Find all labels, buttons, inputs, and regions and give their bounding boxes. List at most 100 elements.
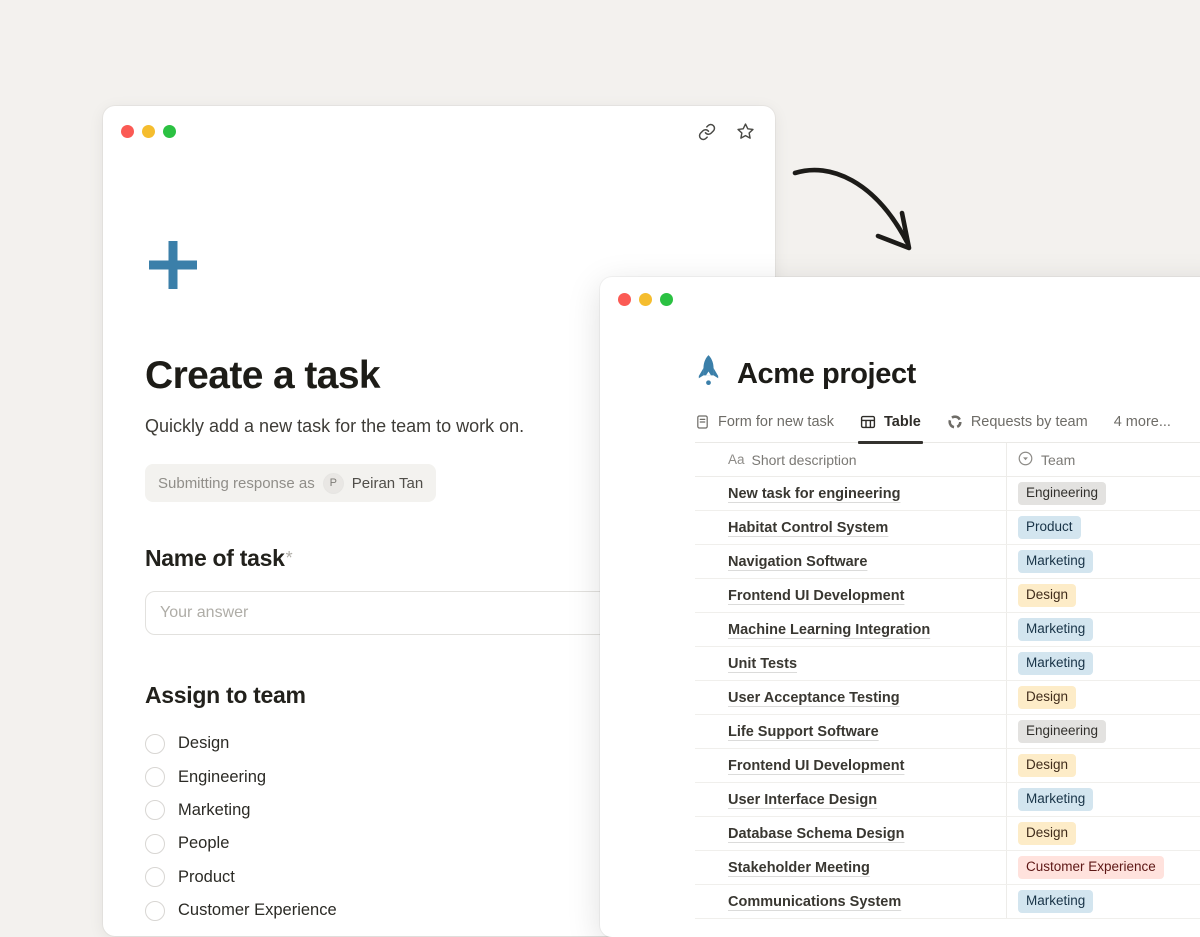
team-badge: Design [1018,686,1076,709]
team-cell[interactable]: Marketing [1007,545,1200,578]
task-title-cell[interactable]: Navigation Software [695,545,1007,578]
table-row[interactable]: Machine Learning IntegrationMarketing [695,613,1200,647]
plus-icon [145,237,201,293]
tab-label: Requests by team [971,414,1088,430]
task-title-cell[interactable]: Frontend UI Development [695,749,1007,782]
column-header-team[interactable]: Team [1007,443,1200,476]
column-header-short-description[interactable]: Aa Short description [695,443,1007,476]
window-controls [618,293,673,306]
project-window: Acme project Form for new task [600,277,1200,937]
task-title: Habitat Control System [728,520,888,536]
rocket-icon [695,354,722,395]
form-icon [695,414,710,430]
task-title-cell[interactable]: Life Support Software [695,715,1007,748]
table-row[interactable]: New task for engineering Engineering [695,477,1200,511]
required-asterisk: * [286,548,293,568]
close-window-button[interactable] [121,125,134,138]
task-title-cell[interactable]: Machine Learning Integration [695,613,1007,646]
task-title: Unit Tests [728,656,797,672]
team-option-label: Design [178,734,229,753]
team-cell[interactable]: Marketing [1007,647,1200,680]
team-option-label: Engineering [178,768,266,787]
zoom-window-button[interactable] [660,293,673,306]
tab-more-views[interactable]: 4 more... [1114,414,1171,442]
task-title-cell[interactable]: New task for engineering [695,477,1007,510]
zoom-window-button[interactable] [163,125,176,138]
team-cell[interactable]: Customer Experience [1007,851,1200,884]
task-title-cell[interactable]: User Interface Design [695,783,1007,816]
team-badge: Engineering [1018,482,1106,505]
close-window-button[interactable] [618,293,631,306]
team-cell[interactable]: Design [1007,579,1200,612]
table-row[interactable]: Unit Tests Marketing [695,647,1200,681]
table-row[interactable]: Stakeholder Meeting Customer Experience [695,851,1200,885]
table-row[interactable]: Database Schema Design Design [695,817,1200,851]
project-header: Acme project [695,356,1200,392]
task-title: Stakeholder Meeting [728,860,870,876]
table-row[interactable]: Life Support Software Engineering [695,715,1200,749]
tab-label: 4 more... [1114,414,1171,430]
radio-icon[interactable] [145,834,165,854]
table-row[interactable]: User Acceptance Testing Design [695,681,1200,715]
table-header: Aa Short description Team [695,443,1200,477]
table-row[interactable]: Habitat Control System Product [695,511,1200,545]
team-badge: Design [1018,584,1076,607]
radio-icon[interactable] [145,800,165,820]
team-badge: Marketing [1018,652,1093,675]
tab-form-for-new-task[interactable]: Form for new task [695,414,834,442]
project-title: Acme project [737,358,916,391]
tab-requests-by-team[interactable]: Requests by team [947,414,1088,442]
radio-icon[interactable] [145,867,165,887]
copy-link-icon[interactable] [698,123,716,141]
column-label: Short description [752,452,857,468]
column-label: Team [1041,452,1075,468]
team-cell[interactable]: Marketing [1007,885,1200,918]
task-title: New task for engineering [728,486,900,502]
task-title: User Interface Design [728,792,877,808]
team-option-label: Product [178,868,235,887]
tab-label: Table [884,414,921,430]
tab-table[interactable]: Table [860,414,921,442]
team-cell[interactable]: Marketing [1007,613,1200,646]
radio-icon[interactable] [145,901,165,921]
radio-icon[interactable] [145,767,165,787]
task-title-cell[interactable]: Habitat Control System [695,511,1007,544]
avatar: P [324,474,343,493]
task-title-cell[interactable]: Communications System [695,885,1007,918]
radio-icon[interactable] [145,734,165,754]
team-cell[interactable]: Product [1007,511,1200,544]
table-row[interactable]: User Interface Design Marketing [695,783,1200,817]
task-title: Frontend UI Development [728,588,904,604]
team-option-label: Marketing [178,801,250,820]
table-body: New task for engineering Engineering Habit… [695,477,1200,919]
team-cell[interactable]: Design [1007,749,1200,782]
team-option-label: Customer Experience [178,901,337,920]
submitting-as-label: Submitting response as [158,475,315,492]
team-cell[interactable]: Engineering [1007,715,1200,748]
team-cell[interactable]: Design [1007,681,1200,714]
team-cell[interactable]: Marketing [1007,783,1200,816]
task-title-cell[interactable]: Unit Tests [695,647,1007,680]
task-title-cell[interactable]: Database Schema Design [695,817,1007,850]
team-cell[interactable]: Engineering [1007,477,1200,510]
requests-icon [947,414,963,430]
favorite-star-icon[interactable] [736,122,755,141]
table-row[interactable]: Navigation Software Marketing [695,545,1200,579]
team-badge: Marketing [1018,788,1093,811]
table-row[interactable]: Frontend UI Development Design [695,579,1200,613]
task-title-cell[interactable]: Frontend UI Development [695,579,1007,612]
task-title-cell[interactable]: Stakeholder Meeting [695,851,1007,884]
tab-label: Form for new task [718,414,834,430]
table-row[interactable]: Communications SystemMarketing [695,885,1200,919]
minimize-window-button[interactable] [142,125,155,138]
task-title: Database Schema Design [728,826,905,842]
minimize-window-button[interactable] [639,293,652,306]
task-title: Life Support Software [728,724,879,740]
task-title: Navigation Software [728,554,867,570]
table-row[interactable]: Frontend UI DevelopmentDesign [695,749,1200,783]
curved-arrow [775,150,940,268]
select-property-icon [1018,451,1033,469]
team-cell[interactable]: Design [1007,817,1200,850]
team-badge: Design [1018,822,1076,845]
task-title-cell[interactable]: User Acceptance Testing [695,681,1007,714]
